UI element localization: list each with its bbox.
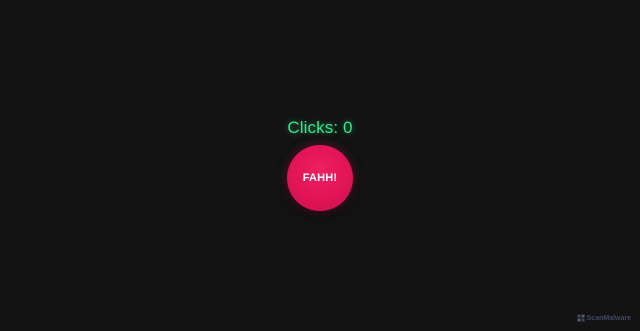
scanmalware-logo-icon [577, 314, 585, 322]
watermark: ScanMalware [577, 314, 631, 322]
click-counter: Clicks: 0 [287, 118, 353, 137]
watermark-text: ScanMalware [586, 314, 631, 322]
app-stage: Clicks: 0 FAHH! ScanMalware [0, 0, 640, 331]
fahh-button-label: FAHH! [302, 172, 338, 184]
fahh-button[interactable]: FAHH! [287, 145, 353, 211]
